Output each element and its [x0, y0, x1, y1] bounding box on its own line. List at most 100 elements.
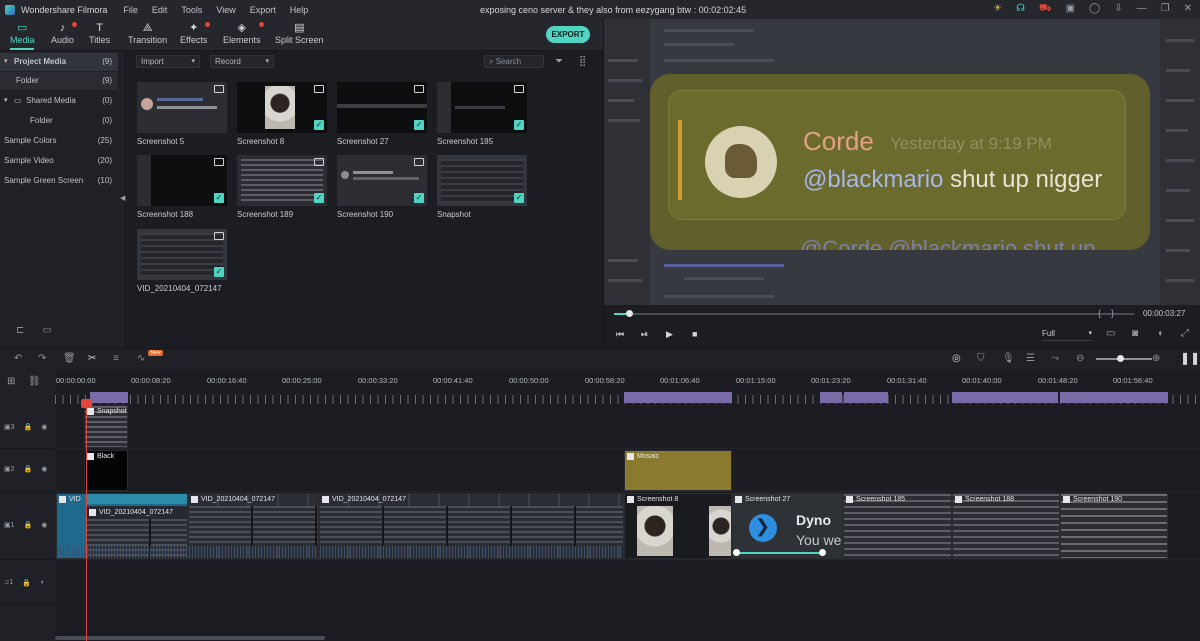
playhead-handle[interactable] [81, 399, 92, 408]
tab-titles[interactable]: T Titles [89, 22, 110, 45]
lock-icon[interactable]: 🔒 [22, 579, 31, 587]
folder-outline-icon[interactable]: ▭ [42, 325, 51, 336]
scrubber-handle[interactable] [626, 310, 633, 317]
lock-icon[interactable]: 🔒 [24, 521, 33, 529]
timeline-clip[interactable]: Snapshot [84, 405, 128, 448]
volume-icon[interactable]: ◖ [1157, 328, 1163, 339]
media-item[interactable]: ✓ Snapshot [437, 155, 527, 219]
media-item[interactable]: ✓ Screenshot 8 [237, 82, 327, 146]
sidebar-item-project-media[interactable]: ▾ Project Media (9) [0, 53, 118, 71]
menu-help[interactable]: Help [290, 5, 309, 15]
zoom-in-icon[interactable]: ⊕ [1152, 353, 1160, 364]
search-input[interactable]: ⌕ Search [484, 55, 544, 68]
record-dropdown[interactable]: Record ▾ [210, 55, 274, 68]
sidebar-item-sample-green-screen[interactable]: Sample Green Screen (10) [0, 172, 118, 190]
account-icon[interactable]: ◯ [1089, 3, 1100, 16]
fullscreen-icon[interactable]: ⤢ [1181, 328, 1189, 339]
timeline-clip[interactable]: Screenshot 188 [952, 493, 1060, 559]
add-track-icon[interactable]: ⊞ [7, 376, 15, 387]
mark-in-out-icons[interactable]: {} [1098, 308, 1124, 318]
undo-icon[interactable]: ↶ [14, 353, 22, 364]
adjust-icon[interactable]: ≡ [113, 353, 119, 364]
sidebar-item-shared-media[interactable]: ▾ ▭ Shared Media (0) [0, 92, 118, 110]
play-frame-icon[interactable]: ⏯ [641, 329, 648, 340]
keyframe-handle[interactable] [733, 549, 740, 556]
timeline-clip-mosaic[interactable]: Mosaic [624, 450, 732, 491]
zoom-out-icon[interactable]: ⊖ [1076, 353, 1084, 364]
audio-wave-icon[interactable]: ∿ [137, 353, 145, 364]
preview-scrubber[interactable] [614, 313, 1134, 315]
sidebar-item-folder[interactable]: Folder (9) [0, 72, 118, 90]
speed-icon[interactable]: ⤳ [1051, 353, 1059, 364]
media-item[interactable]: ✓ Screenshot 190 [337, 155, 427, 219]
speaker-icon[interactable]: ◖ [40, 579, 44, 587]
eye-icon[interactable]: ◉ [41, 521, 47, 529]
play-icon[interactable]: ▶ [666, 329, 673, 340]
tab-transition[interactable]: ⟁ Transition [128, 22, 167, 45]
mixer-icon[interactable]: ☰ [1026, 353, 1035, 364]
restore-icon[interactable]: ❐ [1161, 3, 1170, 16]
lock-icon[interactable]: 🔒 [24, 423, 33, 431]
step-back-icon[interactable]: ⏮ [616, 329, 624, 340]
timeline-clip[interactable]: Black [84, 450, 128, 491]
menu-file[interactable]: File [123, 5, 138, 15]
cut-scissors-icon[interactable]: ✂ [88, 353, 96, 364]
menu-export[interactable]: Export [250, 5, 276, 15]
tab-elements[interactable]: ◈ Elements [223, 22, 264, 45]
delete-icon[interactable]: 🗑 [63, 353, 76, 364]
media-item[interactable]: ✓ Screenshot 185 [437, 82, 527, 146]
bulb-icon[interactable]: ☀ [993, 3, 1002, 16]
collapse-sidebar-icon[interactable]: ◀ [120, 194, 125, 202]
snapshot-camera-icon[interactable]: ◙ [1132, 328, 1138, 339]
timeline-clip[interactable]: VID_20210404_072147 [188, 493, 319, 559]
sidebar-item-sample-colors[interactable]: Sample Colors (25) [0, 132, 118, 150]
display-icon[interactable]: ▭ [1106, 328, 1115, 339]
tab-audio[interactable]: ♪ Audio [51, 22, 78, 45]
playhead-line[interactable] [86, 400, 87, 641]
export-button[interactable]: EXPORT [546, 26, 590, 43]
menu-edit[interactable]: Edit [152, 5, 168, 15]
sidebar-item-shared-folder[interactable]: Folder (0) [0, 112, 118, 130]
menu-view[interactable]: View [216, 5, 235, 15]
render-icon[interactable]: ◎ [952, 353, 961, 364]
headset-icon[interactable]: ☊ [1016, 3, 1025, 16]
eye-icon[interactable]: ◉ [41, 423, 47, 431]
media-item[interactable]: ✓ Screenshot 27 [337, 82, 427, 146]
timeline-clip[interactable]: Screenshot 8 [624, 493, 732, 559]
tab-effects[interactable]: ✦ Effects [180, 22, 211, 45]
media-item[interactable]: ✓ VID_20210404_072147 [137, 229, 227, 293]
keyframe-handle[interactable] [819, 549, 826, 556]
quality-dropdown[interactable]: Full ▾ [1042, 329, 1092, 341]
microphone-icon[interactable]: 🎙 [1002, 353, 1015, 364]
zoom-slider[interactable] [1096, 358, 1152, 360]
timeline-clip[interactable]: Screenshot 185 [843, 493, 952, 559]
timeline-clip[interactable]: Screenshot 190 [1060, 493, 1168, 559]
close-icon[interactable]: ✕ [1184, 3, 1192, 16]
download-icon[interactable]: ⇩ [1114, 3, 1122, 16]
redo-icon[interactable]: ↷ [38, 353, 46, 364]
timeline-clip[interactable]: VID_20210404_072147 [319, 493, 624, 559]
menu-tools[interactable]: Tools [181, 5, 202, 15]
gift-icon[interactable]: ▣ [1066, 3, 1075, 16]
media-item[interactable]: ✓ Screenshot 188 [137, 155, 227, 219]
import-dropdown[interactable]: Import ▾ [136, 55, 200, 68]
media-item[interactable]: Screenshot 5 [137, 82, 227, 146]
marker-icon[interactable]: ⛉ [977, 353, 985, 364]
minimize-icon[interactable]: — [1137, 3, 1147, 16]
link-icon[interactable]: ⛓ [28, 376, 41, 387]
lock-icon[interactable]: 🔒 [24, 465, 33, 473]
stop-icon[interactable]: ■ [692, 329, 697, 339]
timeline-clip[interactable]: VID_20210404_072147 [86, 506, 188, 559]
timeline-horizontal-scrollbar[interactable] [55, 636, 325, 640]
media-item[interactable]: ✓ Screenshot 189 [237, 155, 327, 219]
zoom-slider-handle[interactable] [1117, 355, 1124, 362]
eye-icon[interactable]: ◉ [41, 465, 47, 473]
sidebar-item-sample-video[interactable]: Sample Video (20) [0, 152, 118, 170]
filter-icon[interactable]: ⏷ [555, 56, 563, 67]
grid-view-icon[interactable]: ⣿ [579, 56, 586, 67]
tab-split-screen[interactable]: ▤ Split Screen [275, 22, 324, 45]
cart-icon[interactable]: ⛟ [1039, 3, 1052, 16]
timeline-clip-dyno[interactable]: Screenshot 27 ❯ Dyno You we [732, 493, 843, 559]
tab-media[interactable]: ▭ Media [10, 22, 35, 45]
pause-bars-icon[interactable]: ❚❚ [1180, 351, 1200, 365]
